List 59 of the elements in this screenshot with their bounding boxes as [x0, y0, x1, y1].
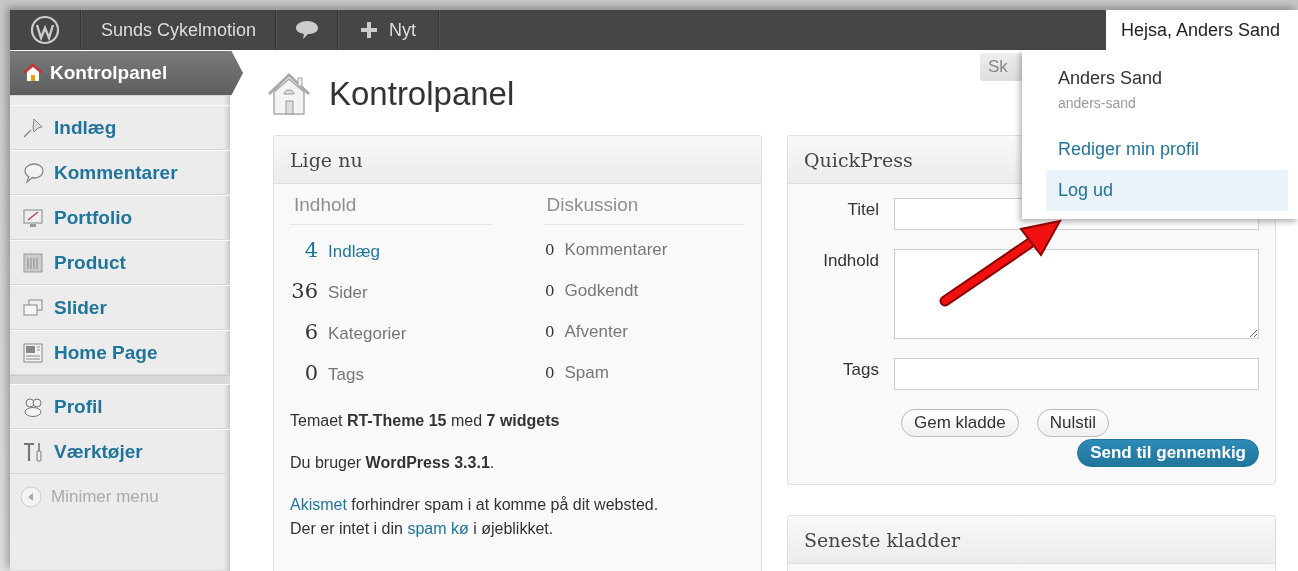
panel-title: QuickPress — [804, 148, 913, 171]
field-label: Tags — [842, 359, 879, 381]
panel-title: Seneste kladder — [804, 528, 960, 551]
panel-title: Lige nu — [290, 148, 363, 171]
secondary-button[interactable]: Gem kladde — [901, 409, 1019, 437]
menu-link[interactable]: Log ud — [1046, 170, 1288, 211]
count: 0 — [543, 281, 555, 302]
tools-icon — [22, 440, 44, 463]
column-heading: Diskussion — [542, 184, 745, 225]
page-title: Kontrolpanel — [329, 74, 515, 113]
menu-item[interactable]: Indlæg — [10, 105, 230, 150]
menu-item[interactable]: Værktøjer — [10, 429, 230, 474]
speech-bubble-icon — [22, 161, 44, 184]
stat-link[interactable]: Sider — [328, 276, 368, 310]
field-label: Titel — [846, 199, 879, 221]
slides-icon — [22, 296, 44, 319]
count: 0 — [303, 360, 318, 387]
house-icon — [22, 62, 44, 84]
menu-item[interactable]: Profil — [10, 384, 230, 429]
akismet-notice: Akismet forhindrer spam i at komme på dit websted. Der er intet i din spam kø i øjeblikket. — [290, 495, 660, 539]
count: 0 — [543, 322, 555, 343]
stat-link[interactable]: Tags — [328, 358, 364, 392]
content-field[interactable] — [894, 249, 1259, 339]
version-info: Du bruger WordPress 3.3.1. — [290, 453, 496, 473]
menu-item[interactable]: Product — [10, 240, 230, 285]
pin-icon — [22, 116, 44, 139]
stat-link[interactable]: Indlæg — [328, 235, 380, 269]
count: 4 — [303, 237, 318, 264]
input-field[interactable] — [894, 358, 1259, 390]
menu-link[interactable]: Rediger min profil — [1046, 129, 1288, 170]
count: 0 — [543, 240, 555, 261]
field-label: Indhold — [822, 250, 879, 272]
column-heading: Indhold — [290, 184, 493, 225]
menu-item[interactable]: Kontrolpanel — [10, 50, 243, 96]
stat-link[interactable]: Kommentarer — [564, 233, 668, 267]
theme-info: Temaet RT-Theme 15 med 7 widgets — [290, 411, 561, 431]
count: 0 — [543, 363, 555, 384]
text-link[interactable]: Akismet — [290, 496, 347, 513]
stat-link[interactable]: Kategorier — [328, 317, 407, 351]
text-link[interactable]: spam kø — [407, 520, 469, 537]
user-login: anders-sand — [1057, 94, 1137, 113]
secondary-button[interactable]: Nulstil — [1036, 409, 1109, 437]
count: 36 — [290, 278, 318, 305]
count: 6 — [303, 319, 318, 346]
stat-link[interactable]: Afventer — [564, 315, 628, 349]
layout-icon — [22, 341, 44, 364]
stat-link[interactable]: Godkendt — [564, 274, 639, 308]
new-content-button[interactable]: Nyt — [338, 10, 440, 50]
users-icon — [22, 395, 44, 418]
submit-button[interactable]: Send til gennemkig — [1077, 439, 1259, 467]
user-name: Anders Sand — [1057, 68, 1164, 89]
panel-icon — [22, 251, 44, 274]
menu-item[interactable]: Kommentarer — [10, 150, 230, 195]
account-menu-button[interactable]: Hejsa, Anders Sand — [1106, 10, 1298, 50]
plus-icon — [361, 22, 378, 38]
menu-item[interactable]: Portfolio — [10, 195, 230, 240]
menu-item[interactable]: Slider — [10, 285, 230, 330]
monitor-icon — [22, 206, 44, 229]
stat-link[interactable]: Spam — [564, 356, 609, 390]
